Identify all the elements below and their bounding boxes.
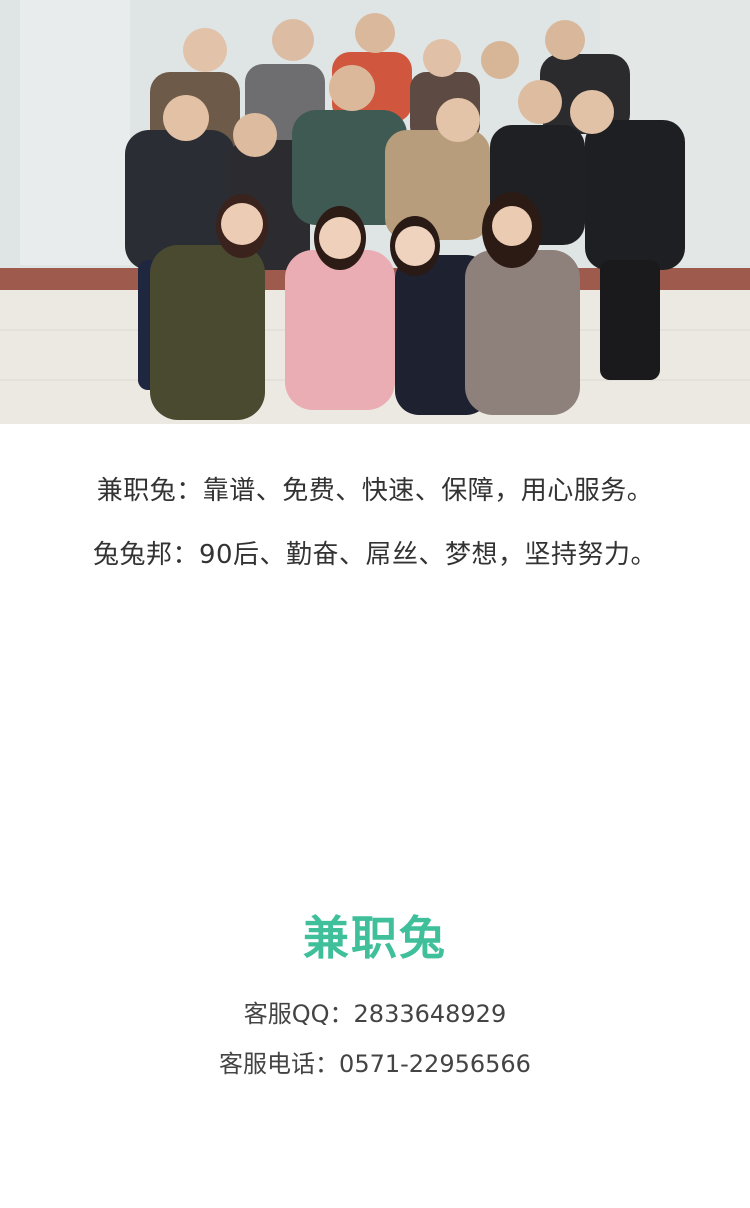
customer-service-qq: 客服QQ：2833648929 (243, 1000, 507, 1028)
customer-service-phone[interactable]: 客服电话：0571-22956566 (0, 1044, 750, 1079)
slogan-tutubang: 兔兔邦：90后、勤奋、屌丝、梦想，坚持努力。 (92, 540, 658, 570)
team-photo-illustration (0, 0, 750, 424)
slogan-jianzhitu: 兼职兔：靠谱、免费、快速、保障，用心服务。 (96, 476, 654, 506)
brand-name: 兼职兔 (303, 911, 447, 965)
team-group-photo (0, 0, 750, 424)
